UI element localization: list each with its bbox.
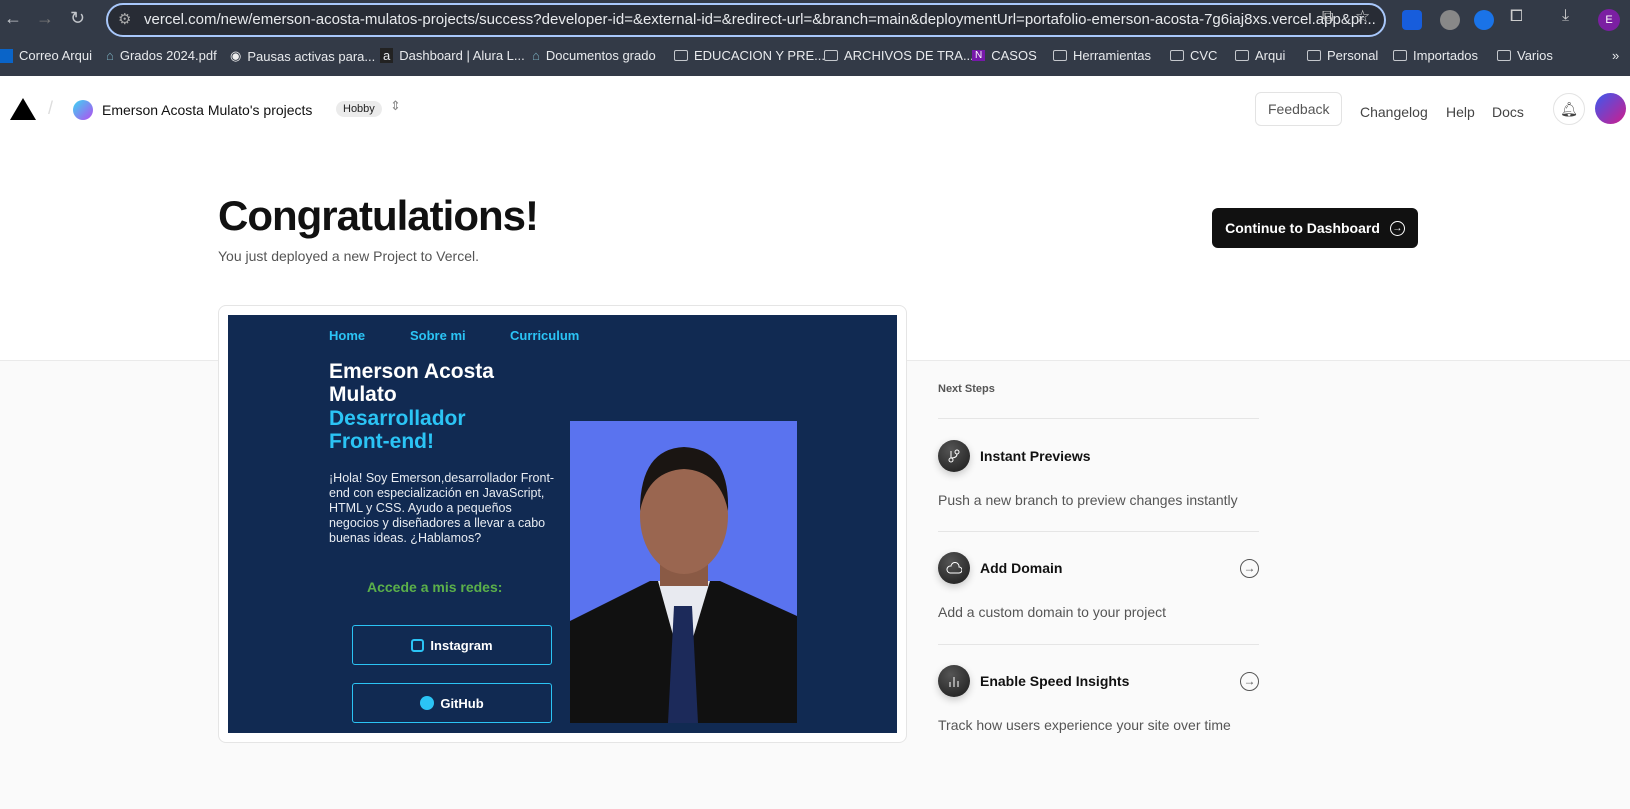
eye-icon: ◉ — [230, 48, 242, 63]
preview-name: Emerson Acosta Mulato — [329, 360, 494, 406]
reload-icon[interactable]: ↻ — [70, 8, 85, 29]
folder-icon — [1235, 50, 1249, 61]
continue-to-dashboard-button[interactable]: Continue to Dashboard → — [1212, 208, 1418, 248]
preview-nav-cv: Curriculum — [510, 328, 580, 343]
bookmark-folder[interactable]: Arqui — [1235, 48, 1285, 63]
preview-github-button: GitHub — [352, 683, 552, 723]
git-branch-icon — [938, 440, 970, 472]
arrow-right-circle-icon[interactable]: → — [1240, 558, 1259, 578]
folder-icon — [1393, 50, 1407, 61]
preview-social-heading: Accede a mis redes: — [367, 579, 503, 595]
more-bookmarks-icon[interactable]: » — [1612, 48, 1619, 63]
forward-icon[interactable]: → — [36, 8, 54, 29]
changelog-link[interactable]: Changelog — [1360, 104, 1428, 120]
step-instant-previews[interactable]: Instant Previews Push a new branch to pr… — [938, 440, 1259, 508]
deployment-screenshot: Home Sobre mi Curriculum Emerson Acosta … — [228, 315, 897, 733]
preview-nav-home: Home — [329, 328, 366, 343]
profile-photo — [570, 421, 797, 723]
deployment-preview-card[interactable]: Home Sobre mi Curriculum Emerson Acosta … — [218, 305, 907, 743]
user-avatar[interactable] — [1595, 93, 1626, 124]
divider — [938, 531, 1259, 532]
next-steps-heading: Next Steps — [938, 383, 995, 395]
folder-icon — [1170, 50, 1184, 61]
bookmark[interactable]: a Dashboard | Alura L... — [380, 48, 525, 63]
back-icon[interactable]: ← — [4, 8, 22, 29]
step-speed-insights[interactable]: Enable Speed Insights → Track how users e… — [938, 665, 1259, 733]
outlook-icon — [0, 48, 13, 63]
arrow-right-circle-icon[interactable]: → — [1240, 671, 1259, 691]
bitwarden-icon[interactable] — [1402, 10, 1422, 30]
team-name[interactable]: Emerson Acosta Mulato's projects — [102, 102, 312, 118]
site-info-icon[interactable]: ⚙ — [118, 5, 131, 35]
alura-icon: a — [380, 48, 394, 63]
bookmark-folder[interactable]: Importados — [1393, 48, 1478, 63]
browser-toolbar: ← → ↻ ⚙ vercel.com/new/emerson-acosta-mul… — [0, 0, 1630, 40]
arrow-right-icon: → — [1389, 220, 1405, 236]
folder-icon — [1497, 50, 1511, 61]
github-icon — [420, 696, 435, 710]
project-avatar — [73, 100, 93, 120]
folder-icon — [1053, 50, 1067, 61]
step-description: Track how users experience your site ove… — [938, 717, 1231, 733]
bookmark-folder[interactable]: CVC — [1170, 48, 1217, 63]
extension-globe-icon[interactable] — [1474, 10, 1494, 30]
onenote-icon: N — [972, 50, 986, 61]
bookmark-folder[interactable]: Varios — [1497, 48, 1553, 63]
preview-role: Desarrollador Front-end! — [329, 407, 466, 453]
bookmark[interactable]: ◉ Pausas activas para... — [230, 48, 375, 64]
feedback-button[interactable]: Feedback — [1255, 92, 1343, 126]
bookmark[interactable]: N CASOS — [972, 48, 1037, 63]
page-title: Congratulations! — [218, 192, 539, 239]
preview-bio: ¡Hola! Soy Emerson,desarrollador Front-e… — [329, 471, 555, 545]
folder-icon — [824, 50, 838, 61]
bookmark-folder[interactable]: Personal — [1307, 48, 1378, 63]
folder-icon — [1307, 50, 1321, 61]
plan-badge: Hobby — [336, 101, 382, 117]
docs-link[interactable]: Docs — [1492, 104, 1524, 120]
bell-icon[interactable]: 🔔︎ — [1553, 93, 1585, 125]
instagram-icon — [411, 638, 425, 652]
cloud-icon — [938, 552, 970, 584]
folder-icon — [674, 50, 688, 61]
help-link[interactable]: Help — [1446, 104, 1475, 120]
step-description: Push a new branch to preview changes ins… — [938, 492, 1238, 508]
bookmark[interactable]: ⌂ Documentos grado — [532, 48, 656, 63]
bookmark-folder[interactable]: EDUCACION Y PRE... — [674, 48, 825, 63]
vercel-logo-icon[interactable] — [10, 98, 36, 120]
bookmark[interactable]: ⌂ Grados 2024.pdf — [106, 48, 217, 63]
bookmarks-bar: Correo Arqui ⌂ Grados 2024.pdf ◉ Pausas ac… — [0, 40, 1630, 76]
breadcrumb-separator: / — [48, 98, 54, 118]
divider — [938, 644, 1259, 645]
address-bar[interactable]: ⚙ vercel.com/new/emerson-acosta-mulatos-p… — [106, 3, 1386, 37]
extension-shield-icon[interactable] — [1440, 10, 1460, 30]
preview-instagram-button: Instagram — [352, 625, 552, 665]
bookmark-star-icon[interactable]: ☆ — [1355, 7, 1370, 27]
bookmark-folder[interactable]: Herramientas — [1053, 48, 1151, 63]
bar-chart-icon — [938, 665, 970, 697]
file-icon: ⌂ — [106, 48, 114, 63]
bookmark[interactable]: Correo Arqui — [0, 48, 92, 63]
bookmark-folder[interactable]: ARCHIVOS DE TRA... — [824, 48, 974, 63]
step-description: Add a custom domain to your project — [938, 604, 1167, 620]
file-icon: ⌂ — [532, 48, 540, 63]
chevron-up-down-icon[interactable]: ⇕ — [390, 98, 401, 114]
extensions-puzzle-icon[interactable]: ⧠ — [1510, 8, 1523, 26]
page-subtitle: You just deployed a new Project to Verce… — [218, 248, 479, 264]
step-add-domain[interactable]: Add Domain → Add a custom domain to your … — [938, 552, 1259, 620]
translate-icon[interactable]: ⧉ — [1322, 8, 1333, 26]
url-text: vercel.com/new/emerson-acosta-mulatos-pr… — [144, 11, 1376, 28]
divider — [938, 418, 1259, 419]
download-icon[interactable]: ⤓ — [1562, 7, 1569, 25]
profile-avatar[interactable]: E — [1598, 9, 1620, 31]
preview-nav-about: Sobre mi — [410, 328, 466, 343]
